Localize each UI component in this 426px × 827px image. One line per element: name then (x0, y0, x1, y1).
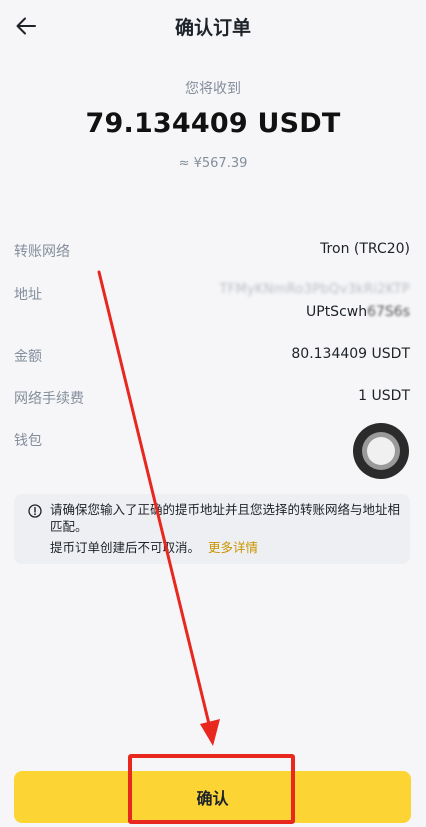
address-visible-part: UPtScwh (306, 304, 368, 320)
assistive-touch-core (367, 437, 395, 465)
address-value-line1: TFMyKNmRo3PbQv3kRi2KTP (219, 282, 410, 297)
receive-amount: 79.134409 USDT (85, 108, 341, 139)
fee-value: 1 USDT (358, 388, 410, 404)
assistive-touch-button[interactable] (353, 423, 409, 479)
notice-box: 请确保您输入了正确的提币地址并且您选择的转账网络与地址相匹配。 提币订单创建后不… (14, 494, 410, 564)
address-blurred-part: 67S6s (367, 304, 410, 320)
more-details-link[interactable]: 更多详情 (208, 540, 258, 555)
assistive-touch-ring (362, 432, 400, 470)
page-title: 确认订单 (174, 17, 251, 39)
receive-label: 您将收到 (185, 81, 241, 97)
notice-text: 请确保您输入了正确的提币地址并且您选择的转账网络与地址相匹配。 (50, 502, 401, 534)
notice-cancel-text: 提币订单创建后不可取消。 更多详情 (50, 537, 258, 556)
address-label: 地址 (14, 287, 42, 303)
address-value-line2: UPtScwh67S6s (306, 304, 410, 320)
network-label: 转账网络 (14, 244, 70, 260)
header-bar: 确认订单 (0, 0, 426, 56)
amount-value: 80.134409 USDT (291, 346, 410, 362)
confirm-button[interactable]: 确认 (14, 771, 411, 823)
network-value: Tron (TRC20) (320, 241, 410, 257)
wallet-label: 钱包 (14, 433, 42, 449)
fiat-equivalent: ≈ ¥567.39 (178, 156, 248, 171)
notice-cancel-label: 提币订单创建后不可取消。 (50, 540, 201, 555)
amount-label: 金额 (14, 349, 42, 365)
fee-label: 网络手续费 (14, 391, 84, 407)
info-circle-icon (28, 504, 42, 518)
